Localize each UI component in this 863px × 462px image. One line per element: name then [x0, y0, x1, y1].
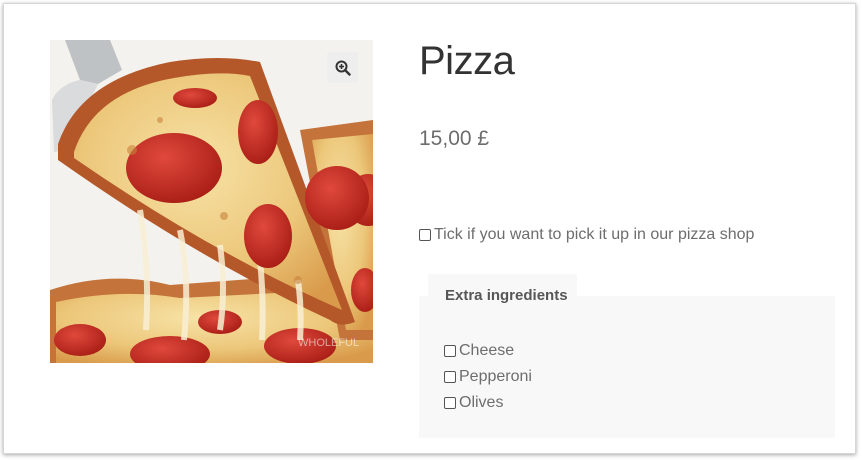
pickup-option[interactable]: Tick if you want to pick it up in our pi… — [419, 226, 754, 244]
pizza-illustration: WHOLEFUL — [50, 40, 373, 363]
product-title: Pizza — [419, 39, 515, 83]
ingredient-label: Pepperoni — [459, 368, 532, 385]
product-image[interactable]: WHOLEFUL — [50, 40, 373, 363]
ingredient-label: Cheese — [459, 342, 515, 359]
olives-checkbox[interactable] — [444, 397, 456, 409]
ingredient-pepperoni[interactable]: Pepperoni — [444, 364, 532, 390]
cheese-checkbox[interactable] — [444, 345, 456, 357]
pickup-label: Tick if you want to pick it up in our pi… — [434, 226, 755, 243]
extra-ingredients-heading: Extra ingredients — [445, 287, 568, 304]
ingredient-cheese[interactable]: Cheese — [444, 338, 532, 364]
ingredient-olives[interactable]: Olives — [444, 390, 532, 416]
pickup-checkbox[interactable] — [419, 229, 431, 241]
zoom-in-icon — [335, 60, 351, 76]
product-page: WHOLEFUL Pizza 15,00 £ Tick if you want … — [3, 3, 856, 454]
ingredient-label: Olives — [459, 394, 504, 411]
image-watermark: WHOLEFUL — [298, 337, 359, 349]
pepperoni-checkbox[interactable] — [444, 371, 456, 383]
product-price: 15,00 £ — [419, 127, 490, 150]
zoom-button[interactable] — [327, 52, 358, 83]
ingredient-list: Cheese Pepperoni Olives — [444, 338, 532, 416]
